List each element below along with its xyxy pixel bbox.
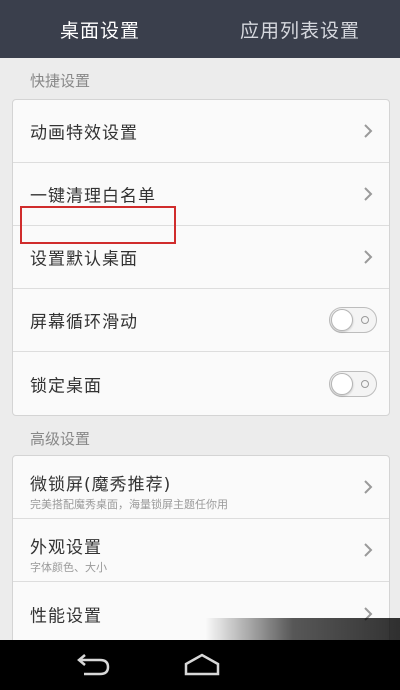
row-micro-lockscreen[interactable]: 微锁屏(魔秀推荐) 完美搭配魔秀桌面，海量锁屏主题任你用	[13, 456, 389, 519]
chevron-right-icon	[364, 480, 373, 494]
row-sublabel: 完美搭配魔秀桌面，海量锁屏主题任你用	[30, 498, 228, 511]
row-label: 外观设置	[30, 538, 102, 558]
toggle-off-indicator-icon	[361, 316, 369, 324]
home-icon[interactable]	[180, 650, 224, 680]
row-label: 微锁屏(魔秀推荐)	[30, 475, 172, 495]
settings-content: 快捷设置 动画特效设置 一键清理白名单 设置默认桌面 屏幕循环滑动 锁定桌面 高…	[0, 58, 400, 647]
system-nav-bar	[0, 640, 400, 690]
tab-app-list-settings[interactable]: 应用列表设置	[200, 0, 400, 58]
row-label: 锁定桌面	[30, 376, 102, 396]
row-lock-desktop: 锁定桌面	[13, 352, 389, 415]
row-appearance-settings[interactable]: 外观设置 字体颜色、大小	[13, 519, 389, 582]
loop-scroll-toggle[interactable]	[329, 307, 377, 333]
lock-desktop-toggle[interactable]	[329, 370, 377, 397]
chevron-right-icon	[364, 124, 373, 138]
row-set-default-desktop[interactable]: 设置默认桌面	[13, 226, 389, 289]
back-arrow-icon[interactable]	[70, 650, 114, 680]
row-label: 动画特效设置	[30, 123, 138, 144]
quick-settings-card: 动画特效设置 一键清理白名单 设置默认桌面 屏幕循环滑动 锁定桌面	[12, 99, 390, 416]
toggle-off-indicator-icon	[361, 379, 369, 388]
row-animation-effects[interactable]: 动画特效设置	[13, 100, 389, 163]
chevron-right-icon	[364, 543, 373, 557]
row-cleanup-whitelist[interactable]: 一键清理白名单	[13, 163, 389, 226]
section-title-quick: 快捷设置	[30, 72, 91, 90]
row-label: 设置默认桌面	[30, 249, 138, 270]
tab-bar: 桌面设置 应用列表设置	[0, 0, 400, 58]
row-label: 一键清理白名单	[30, 186, 156, 207]
toggle-knob	[331, 372, 353, 395]
row-screen-loop-scroll: 屏幕循环滑动	[13, 289, 389, 352]
row-label: 性能设置	[30, 606, 102, 626]
row-label: 屏幕循环滑动	[30, 312, 138, 333]
toggle-knob	[331, 309, 353, 331]
chevron-right-icon	[364, 187, 373, 201]
tab-desktop-settings[interactable]: 桌面设置	[0, 0, 200, 58]
chevron-right-icon	[364, 250, 373, 264]
section-title-advanced: 高级设置	[30, 430, 91, 448]
row-sublabel: 字体颜色、大小	[30, 561, 107, 574]
